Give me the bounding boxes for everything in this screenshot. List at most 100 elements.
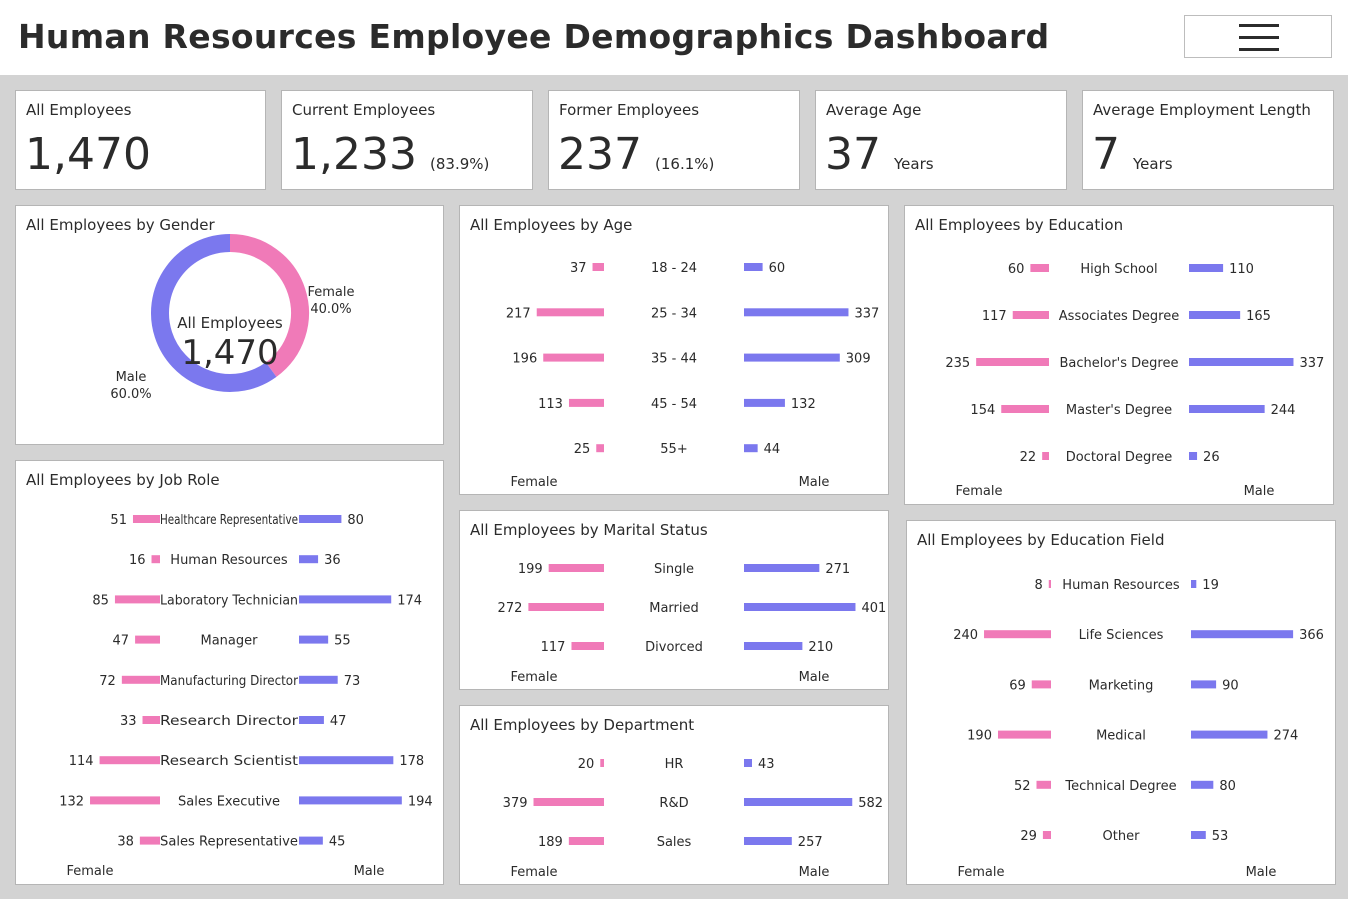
male-value-label: 55 bbox=[334, 634, 351, 649]
education-butterfly-chart: 60 110 High School 117 165 Associates Degree 2… bbox=[945, 262, 1324, 499]
male-value-label: 132 bbox=[791, 397, 816, 412]
female-value-label: 51 bbox=[110, 513, 127, 528]
female-value-label: 22 bbox=[1020, 450, 1037, 465]
menu-button[interactable] bbox=[1184, 15, 1332, 58]
male-value-label: 80 bbox=[347, 513, 364, 528]
legend-female-label: Female bbox=[307, 285, 354, 300]
female-value-label: 25 bbox=[574, 442, 591, 457]
kpi-value: 37 bbox=[825, 129, 881, 180]
male-value-label: 366 bbox=[1299, 628, 1324, 643]
female-bar bbox=[1012, 311, 1049, 319]
female-value-label: 37 bbox=[570, 261, 587, 276]
female-bar bbox=[135, 635, 160, 644]
female-bar bbox=[543, 353, 604, 362]
female-bar bbox=[99, 756, 160, 765]
female-bar bbox=[1048, 580, 1051, 588]
legend-male: Male bbox=[1244, 484, 1275, 499]
male-bar bbox=[1189, 452, 1198, 460]
category-label: Healthcare Representative bbox=[160, 513, 298, 528]
male-value-label: 174 bbox=[397, 593, 422, 608]
legend-male: Male bbox=[354, 864, 385, 879]
male-value-label: 274 bbox=[1273, 729, 1298, 744]
kpi-label: All Employees bbox=[26, 101, 132, 119]
age-panel: All Employees by Age 37 60 18 - 24 217 337 25… bbox=[459, 205, 889, 495]
male-value-label: 582 bbox=[858, 796, 883, 811]
gender-panel: All Employees by Gender All Employees 1,… bbox=[15, 205, 444, 445]
legend-male-percent: 60.0% bbox=[110, 387, 151, 402]
female-value-label: 16 bbox=[129, 553, 146, 568]
male-bar bbox=[299, 635, 329, 644]
male-bar bbox=[1189, 264, 1224, 272]
kpi-value: 1,470 bbox=[25, 129, 151, 180]
marital-status-panel: All Employees by Marital Status 199 271 Si… bbox=[459, 510, 889, 690]
category-label: 25 - 34 bbox=[651, 306, 697, 321]
category-label: Other bbox=[1103, 829, 1141, 844]
legend-female: Female bbox=[510, 475, 557, 490]
male-value-label: 401 bbox=[861, 601, 886, 616]
male-value-label: 337 bbox=[1299, 356, 1324, 371]
female-bar bbox=[536, 308, 604, 317]
category-label: 18 - 24 bbox=[651, 261, 697, 276]
male-bar bbox=[1189, 311, 1241, 319]
female-bar bbox=[139, 836, 160, 845]
male-value-label: 80 bbox=[1219, 779, 1236, 794]
female-value-label: 8 bbox=[1034, 578, 1042, 593]
male-bar bbox=[1191, 831, 1206, 839]
kpi-card-all-employees: All Employees 1,470 bbox=[15, 90, 266, 190]
female-bar bbox=[596, 444, 604, 453]
female-value-label: 114 bbox=[69, 754, 94, 769]
category-label: Doctoral Degree bbox=[1066, 450, 1173, 465]
legend-female: Female bbox=[957, 865, 1004, 880]
category-label: Married bbox=[649, 601, 699, 616]
kpi-value: 1,233 bbox=[291, 129, 417, 180]
donut-center-value: 1,470 bbox=[181, 333, 278, 373]
legend-female: Female bbox=[955, 484, 1002, 499]
category-label: Divorced bbox=[645, 640, 703, 655]
female-value-label: 196 bbox=[512, 352, 537, 367]
job-role-butterfly-chart: 51 80 Healthcare Representative 16 36 Human R… bbox=[59, 513, 432, 879]
male-value-label: 36 bbox=[324, 553, 341, 568]
kpi-label: Former Employees bbox=[559, 101, 700, 119]
department-panel: All Employees by Department 20 43 HR 379 582… bbox=[459, 705, 889, 885]
male-bar bbox=[744, 642, 803, 650]
female-bar bbox=[1031, 680, 1051, 689]
category-label: Bachelor's Degree bbox=[1060, 356, 1179, 371]
male-bar bbox=[1191, 780, 1214, 789]
kpi-card-current-employees: Current Employees 1,233 (83.9%) bbox=[281, 90, 533, 190]
male-value-label: 210 bbox=[808, 640, 833, 655]
kpi-label: Current Employees bbox=[292, 101, 436, 119]
category-label: Human Resources bbox=[170, 553, 288, 568]
male-value-label: 53 bbox=[1212, 829, 1229, 844]
female-value-label: 47 bbox=[113, 634, 130, 649]
legend-female: Female bbox=[510, 865, 557, 880]
category-label: Manager bbox=[201, 634, 259, 649]
male-bar bbox=[1189, 358, 1294, 366]
male-value-label: 271 bbox=[825, 562, 850, 577]
male-bar bbox=[1191, 680, 1217, 689]
male-bar bbox=[1191, 630, 1294, 639]
female-bar bbox=[568, 837, 604, 845]
job-role-panel: All Employees by Job Role 51 80 Healthcare… bbox=[15, 460, 444, 885]
male-value-label: 73 bbox=[344, 674, 361, 689]
female-bar bbox=[984, 630, 1051, 639]
kpi-value: 7 bbox=[1092, 129, 1120, 180]
male-bar bbox=[744, 444, 758, 453]
female-value-label: 379 bbox=[503, 796, 528, 811]
male-value-label: 60 bbox=[769, 261, 786, 276]
legend-female-percent: 40.0% bbox=[310, 302, 351, 317]
female-bar bbox=[114, 595, 160, 604]
female-value-label: 272 bbox=[498, 601, 523, 616]
female-bar bbox=[1001, 405, 1049, 413]
category-label: Life Sciences bbox=[1079, 628, 1164, 643]
female-value-label: 113 bbox=[538, 397, 563, 412]
female-bar bbox=[1042, 831, 1051, 839]
female-value-label: 154 bbox=[970, 403, 995, 418]
category-label: 35 - 44 bbox=[651, 352, 697, 367]
male-bar bbox=[744, 759, 752, 767]
female-bar bbox=[90, 796, 160, 805]
male-bar bbox=[1191, 580, 1197, 588]
female-value-label: 117 bbox=[541, 640, 566, 655]
male-bar bbox=[299, 595, 392, 604]
female-bar bbox=[142, 716, 160, 724]
male-bar bbox=[744, 603, 856, 611]
